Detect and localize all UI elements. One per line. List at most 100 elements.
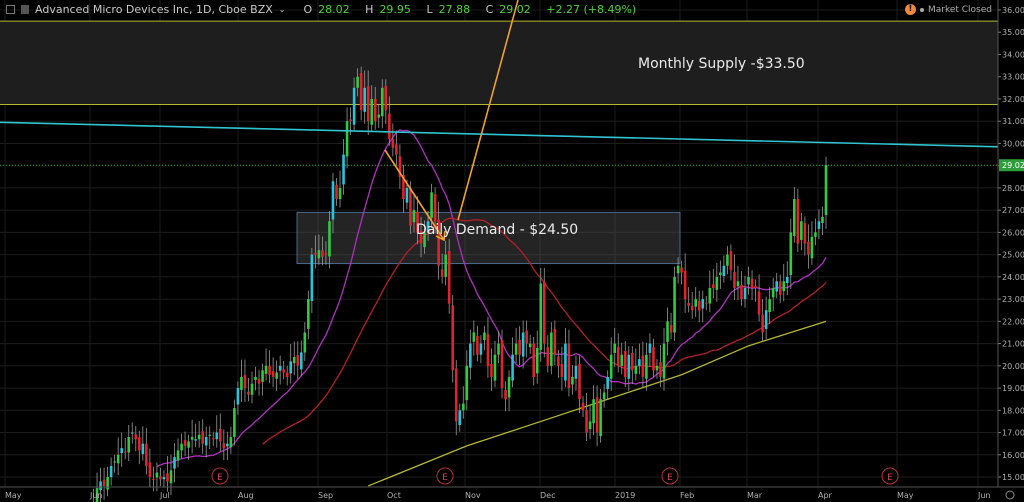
candle-body xyxy=(627,354,631,379)
time-tick-label: Jul xyxy=(159,491,170,500)
candle-body xyxy=(747,276,750,285)
candle-body xyxy=(771,288,775,298)
candle-body xyxy=(99,481,102,490)
candle-body xyxy=(141,443,145,454)
candle-body xyxy=(388,113,391,139)
candle xyxy=(592,385,595,436)
candle xyxy=(599,388,602,443)
candle-body xyxy=(317,250,321,259)
price-tick-label: 19.00 xyxy=(1002,384,1024,393)
candle-body xyxy=(208,434,212,436)
candle-body xyxy=(542,281,546,344)
candle-body xyxy=(405,187,409,203)
candle xyxy=(553,320,557,365)
candle-body xyxy=(377,114,381,118)
candle-body xyxy=(335,184,338,200)
candle-body xyxy=(134,434,138,440)
candle-body xyxy=(824,165,828,216)
price-tick-label: 23.00 xyxy=(1002,295,1024,304)
candle-body xyxy=(243,375,247,389)
warning-icon[interactable]: ! xyxy=(904,4,916,15)
time-tick-label: 2019 xyxy=(615,491,635,500)
candle-body xyxy=(571,376,574,385)
candle xyxy=(750,270,754,301)
candle xyxy=(141,426,145,461)
earnings-marker-label: E xyxy=(217,473,223,483)
candle xyxy=(458,403,462,432)
price-tick-label: 20.00 xyxy=(1002,362,1024,371)
candle-body xyxy=(511,354,514,381)
candle xyxy=(190,419,194,454)
expand-icon[interactable] xyxy=(6,5,15,14)
time-tick-label: Aug xyxy=(238,491,254,500)
candle-body xyxy=(782,281,786,292)
candle xyxy=(719,260,722,289)
candle-body xyxy=(359,73,363,111)
chevron-down-icon[interactable]: ⌄ xyxy=(279,5,286,14)
candle xyxy=(292,341,296,376)
candle xyxy=(289,344,293,384)
candle xyxy=(712,268,715,299)
candle-body xyxy=(595,397,599,433)
candle xyxy=(261,363,264,396)
candle-body xyxy=(349,119,352,122)
price-tick-label: 25.00 xyxy=(1002,251,1024,260)
time-tick-label: Jun xyxy=(977,491,991,500)
candle-body xyxy=(370,98,374,125)
candle-body xyxy=(310,254,314,301)
candle xyxy=(134,425,138,452)
candle-body xyxy=(324,253,328,255)
candle-body xyxy=(458,410,462,425)
candle xyxy=(197,420,201,448)
price-tick-label: 22.00 xyxy=(1002,317,1024,326)
high-label: H xyxy=(365,3,374,16)
time-tick-label: Nov xyxy=(465,491,481,500)
candle-body xyxy=(648,343,652,353)
candle-body xyxy=(409,187,412,226)
candle xyxy=(754,279,757,302)
candle xyxy=(789,218,793,289)
candle-body xyxy=(645,354,648,379)
candle-body xyxy=(278,365,282,371)
candle xyxy=(395,130,398,165)
price-chart[interactable]: E E E E 36.00 35.00 34.00 33.00 32.00 31.00 30.00… xyxy=(0,0,1024,502)
candle-body xyxy=(173,457,176,469)
candle xyxy=(528,335,532,354)
candle xyxy=(176,438,180,468)
candle-body xyxy=(740,284,743,300)
candle-body xyxy=(814,232,817,237)
candle xyxy=(335,178,338,206)
candle xyxy=(398,144,402,189)
candle xyxy=(560,346,564,391)
candle-body xyxy=(729,251,733,271)
candle-body xyxy=(384,86,388,111)
candle-body xyxy=(138,437,141,451)
candle xyxy=(377,104,381,128)
candle-body xyxy=(166,473,169,482)
price-tick-label: 34.00 xyxy=(1002,50,1024,59)
candle-body xyxy=(708,288,712,304)
candle-body xyxy=(338,187,342,200)
candle-body xyxy=(268,365,271,375)
candle xyxy=(391,123,395,157)
candle xyxy=(824,156,828,229)
candle xyxy=(257,370,261,396)
candle xyxy=(183,431,187,457)
time-tick-label: Jun xyxy=(89,491,103,500)
candle xyxy=(173,443,176,483)
candle-body xyxy=(683,270,687,300)
candle xyxy=(623,340,627,388)
candle xyxy=(278,355,282,385)
price-tick-label: 33.00 xyxy=(1002,73,1024,82)
candle-body xyxy=(800,221,803,240)
candle xyxy=(518,326,521,365)
candle-body xyxy=(712,284,715,288)
candle-body xyxy=(733,271,736,288)
candle xyxy=(359,66,363,121)
candle-body xyxy=(553,328,557,355)
candle-body xyxy=(440,269,444,277)
candle-body xyxy=(257,378,261,384)
candle xyxy=(500,329,504,399)
symbol-title[interactable]: Advanced Micro Devices Inc, 1D, Cboe BZX xyxy=(35,3,273,16)
candle-body xyxy=(240,376,243,390)
